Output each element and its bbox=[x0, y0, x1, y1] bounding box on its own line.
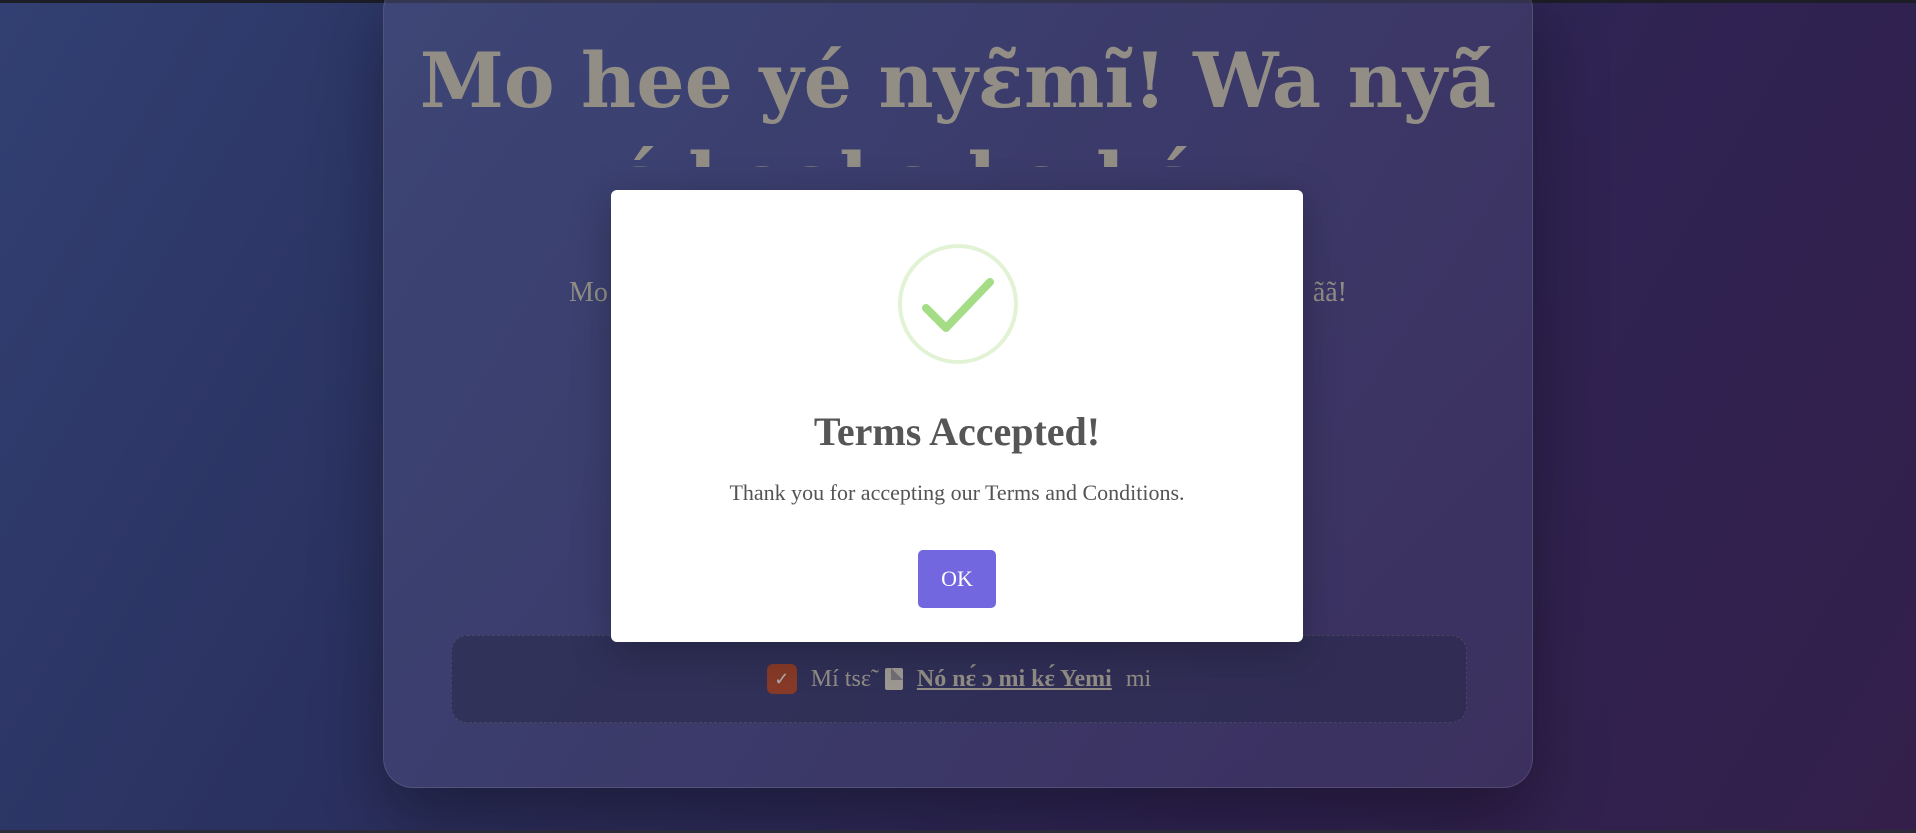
dialog-title: Terms Accepted! bbox=[813, 409, 1101, 454]
check-icon bbox=[898, 244, 1018, 364]
ok-button[interactable]: OK bbox=[918, 550, 996, 608]
dialog-message: Thank you for accepting our Terms and Co… bbox=[729, 480, 1185, 505]
success-dialog: Terms Accepted! Thank you for accepting … bbox=[611, 190, 1303, 642]
